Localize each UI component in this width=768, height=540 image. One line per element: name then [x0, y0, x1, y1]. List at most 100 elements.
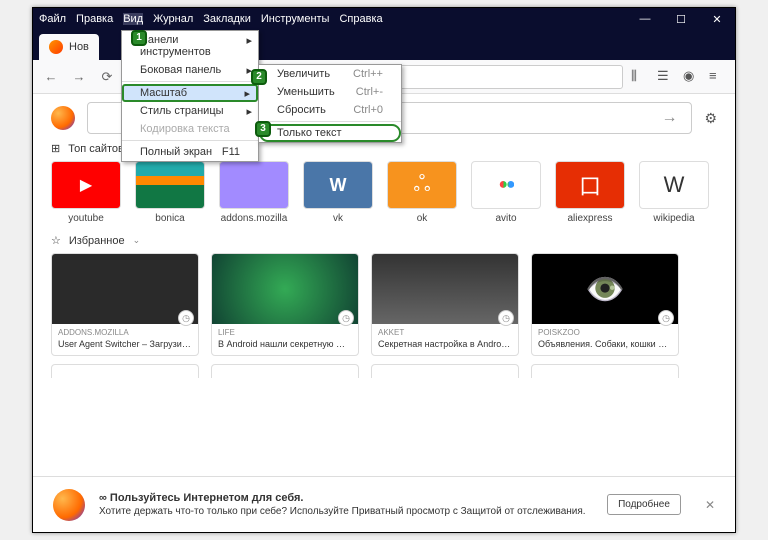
mask-icon: ∞ [99, 492, 107, 504]
menu-zoom-reset[interactable]: СброситьCtrl+0 [259, 101, 401, 119]
card-title: User Agent Switcher – Загрузите … [52, 337, 198, 355]
tile-label: bonica [135, 213, 205, 224]
card-placeholder [51, 364, 199, 378]
menu-icon[interactable]: ≡ [709, 68, 727, 86]
tile-label: ok [387, 213, 457, 224]
tile-thumb [219, 161, 289, 209]
clock-icon: ◷ [178, 310, 194, 326]
top-site-tile[interactable]: ஃ ok [387, 161, 457, 224]
card-image [212, 254, 358, 324]
window-minimize[interactable]: — [627, 13, 663, 25]
callout-badge-3: 3 [255, 121, 271, 137]
chevron-down-icon[interactable]: ⌄ [133, 235, 141, 246]
close-icon[interactable]: ✕ [705, 498, 715, 512]
clock-icon: ◷ [658, 310, 674, 326]
firefox-icon [49, 40, 63, 54]
top-sites-row: youtube bonica addons.mozilla Wvk ஃ ok avito 口a… [51, 161, 717, 224]
tile-thumb [135, 161, 205, 209]
shield-icon[interactable]: ◉ [683, 68, 701, 86]
zoom-submenu: УвеличитьCtrl++ УменьшитьCtrl+- Сбросить… [258, 64, 402, 143]
browser-tab[interactable]: Нов [39, 34, 99, 60]
gear-icon[interactable]: ⚙ [704, 110, 717, 127]
arrow-right-icon: → [661, 109, 677, 127]
menu-sidebar[interactable]: Боковая панель [122, 61, 258, 79]
top-site-tile[interactable]: 口 aliexpress [555, 161, 625, 224]
tile-label: wikipedia [639, 213, 709, 224]
tile-label: addons.mozilla [219, 213, 289, 224]
view-menu-dropdown: Панели инструментов Боковая панель Масшт… [121, 30, 259, 162]
menu-history[interactable]: Журнал [153, 13, 193, 25]
firefox-icon [53, 489, 85, 521]
highlights-row: ◷ADDONS.MOZILLAUser Agent Switcher – Заг… [51, 253, 717, 356]
top-site-tile[interactable]: Wvk [303, 161, 373, 224]
card-title: В Android нашли секретную фун… [212, 337, 358, 355]
firefox-logo [51, 106, 75, 130]
tile-thumb: ஃ [387, 161, 457, 209]
card-title: Объявления. Собаки, кошки и д… [532, 337, 678, 355]
tile-thumb [471, 161, 541, 209]
window-close[interactable]: ✕ [699, 13, 735, 26]
window-maximize[interactable]: ☐ [663, 13, 699, 26]
highlight-card[interactable]: ◷LIFEВ Android нашли секретную фун… [211, 253, 359, 356]
tile-thumb: W [639, 161, 709, 209]
top-site-tile[interactable]: addons.mozilla [219, 161, 289, 224]
highlight-card[interactable]: ◷POISKZOOОбъявления. Собаки, кошки и д… [531, 253, 679, 356]
menu-fullscreen[interactable]: Полный экранF11 [122, 143, 258, 161]
menu-zoom-text-only[interactable]: Только текст [259, 124, 401, 142]
highlight-card[interactable]: ◷AKKETСекретная настройка в Android з… [371, 253, 519, 356]
tile-label: vk [303, 213, 373, 224]
card-source: AKKET [372, 324, 518, 337]
menu-page-style[interactable]: Стиль страницы [122, 102, 258, 120]
tile-label: avito [471, 213, 541, 224]
sidebar-icon[interactable]: ☰ [657, 68, 675, 86]
tile-label: aliexpress [555, 213, 625, 224]
card-title: Секретная настройка в Android з… [372, 337, 518, 355]
clock-icon: ◷ [338, 310, 354, 326]
menu-encoding: Кодировка текста [122, 120, 258, 138]
menu-edit[interactable]: Правка [76, 13, 113, 25]
tile-thumb: W [303, 161, 373, 209]
tile-thumb: 口 [555, 161, 625, 209]
tab-title: Нов [69, 41, 89, 53]
section-highlights: Избранное [69, 235, 125, 247]
callout-badge-1: 1 [131, 30, 147, 46]
menu-tools[interactable]: Инструменты [261, 13, 330, 25]
menu-bookmarks[interactable]: Закладки [203, 13, 251, 25]
banner-title: Пользуйтесь Интернетом для себя. [110, 492, 304, 504]
reload-button[interactable]: ⟳ [97, 67, 117, 87]
menu-zoom-out[interactable]: УменьшитьCtrl+- [259, 83, 401, 101]
tile-thumb [51, 161, 121, 209]
highlight-card[interactable]: ◷ADDONS.MOZILLAUser Agent Switcher – Заг… [51, 253, 199, 356]
menu-file[interactable]: Файл [39, 13, 66, 25]
card-placeholder [211, 364, 359, 378]
menu-zoom-in[interactable]: УвеличитьCtrl++ [259, 65, 401, 83]
card-image [52, 254, 198, 324]
callout-badge-2: 2 [251, 69, 267, 85]
menu-view[interactable]: Вид [123, 13, 143, 25]
top-site-tile[interactable]: Wwikipedia [639, 161, 709, 224]
clock-icon: ◷ [498, 310, 514, 326]
menu-help[interactable]: Справка [339, 13, 382, 25]
banner-body: Хотите держать что-то только при себе? И… [99, 506, 593, 517]
menubar: Файл Правка Вид Журнал Закладки Инструме… [33, 8, 735, 30]
top-site-tile[interactable]: avito [471, 161, 541, 224]
private-browsing-banner: ∞ Пользуйтесь Интернетом для себя. Хотит… [33, 476, 735, 532]
grid-icon: ⊞ [51, 142, 60, 155]
top-site-tile[interactable]: bonica [135, 161, 205, 224]
section-top-sites: Топ сайтов [68, 143, 124, 155]
top-site-tile[interactable]: youtube [51, 161, 121, 224]
star-icon: ☆ [51, 234, 61, 247]
card-source: ADDONS.MOZILLA [52, 324, 198, 337]
card-source: LIFE [212, 324, 358, 337]
back-button[interactable]: ← [41, 67, 61, 87]
card-image [372, 254, 518, 324]
card-image [532, 254, 678, 324]
forward-button[interactable]: → [69, 67, 89, 87]
card-placeholder [371, 364, 519, 378]
tile-label: youtube [51, 213, 121, 224]
library-icon[interactable]: ⫼ [631, 68, 649, 86]
card-placeholder [531, 364, 679, 378]
menu-zoom[interactable]: Масштаб [122, 84, 258, 102]
card-source: POISKZOO [532, 324, 678, 337]
learn-more-button[interactable]: Подробнее [607, 494, 681, 515]
